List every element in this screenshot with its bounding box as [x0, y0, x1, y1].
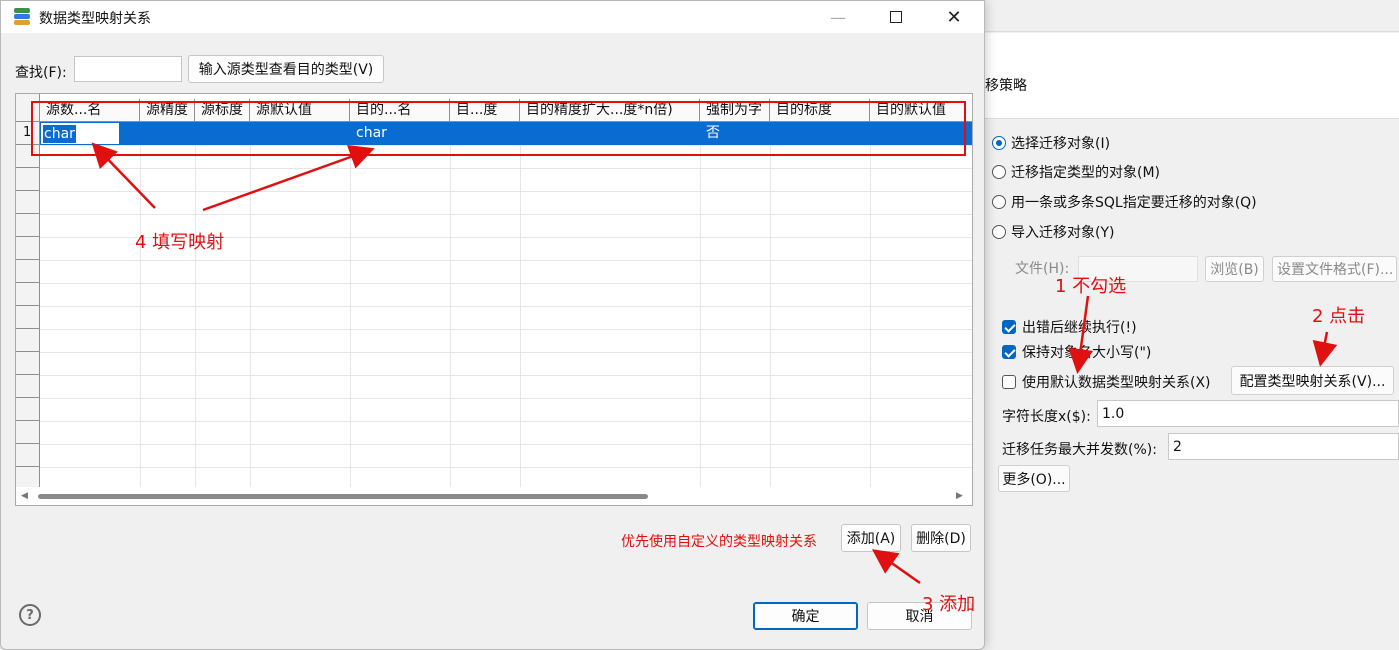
close-icon[interactable]: ✕ [931, 1, 977, 33]
delete-button[interactable]: 删除(D) [911, 524, 971, 552]
config-type-mapping-button[interactable]: 配置类型映射关系(V)... [1231, 366, 1394, 395]
minimize-icon[interactable]: — [815, 1, 861, 33]
row-header-cell[interactable] [16, 421, 39, 444]
checkbox-default-type-mapping[interactable]: 使用默认数据类型映射关系(X) [1002, 372, 1211, 392]
annotation-step1: 1 不勾选 [1055, 276, 1127, 297]
file-format-button[interactable]: 设置文件格式(F)... [1272, 256, 1397, 282]
type-mapping-dialog: 数据类型映射关系 — ✕ 查找(F): 输入源类型查看目的类型(V) 1 源数.… [0, 0, 985, 650]
question-icon[interactable]: ? [19, 604, 41, 626]
row-header-cell[interactable] [16, 168, 39, 191]
grid-row-line [40, 329, 972, 330]
radio-label: 导入迁移对象(Y) [1011, 225, 1115, 241]
grid-row-line [40, 260, 972, 261]
radio-select-objects[interactable]: 选择迁移对象(I) [992, 133, 1110, 153]
browse-button[interactable]: 浏览(B) [1205, 256, 1264, 282]
char-length-label: 字符长度x($): [1002, 409, 1091, 425]
grid-row-line [40, 191, 972, 192]
checkbox-box [1002, 375, 1016, 389]
row-header-cell[interactable] [16, 214, 39, 237]
checkbox-label: 出错后继续执行(!) [1022, 320, 1137, 336]
checkbox-label: 保持对象名大小写(") [1022, 345, 1152, 361]
row-header-cell[interactable] [16, 398, 39, 421]
checkbox-keep-case[interactable]: 保持对象名大小写(") [1002, 342, 1151, 362]
grid-column-line [195, 122, 196, 487]
dialog-title: 数据类型映射关系 [39, 11, 151, 27]
grid-column-line [520, 122, 521, 487]
grid-row-line [40, 467, 972, 468]
row-header-cell[interactable] [16, 191, 39, 214]
row-header-cell[interactable] [16, 444, 39, 467]
row-header-cell[interactable] [16, 306, 39, 329]
radio-import-objects[interactable]: 导入迁移对象(Y) [992, 222, 1114, 242]
add-button[interactable]: 添加(A) [841, 524, 901, 552]
char-length-input[interactable]: 1.0 [1097, 400, 1399, 427]
more-button[interactable]: 更多(O)... [998, 465, 1070, 492]
grid-row-line [40, 306, 972, 307]
find-input[interactable] [74, 56, 182, 82]
checkbox-box [1002, 345, 1016, 359]
grid-row-line [40, 352, 972, 353]
row-header-cell[interactable] [16, 375, 39, 398]
ok-button[interactable]: 确定 [753, 602, 858, 630]
horizontal-scrollbar[interactable]: ◀ ▶ [16, 487, 972, 505]
radio-migrate-by-type[interactable]: 迁移指定类型的对象(M) [992, 162, 1160, 182]
max-concurrency-input[interactable]: 2 [1168, 433, 1399, 460]
grid-row-line [40, 421, 972, 422]
row-header-cell[interactable] [16, 260, 39, 283]
radio-dot [992, 195, 1006, 209]
radio-label: 选择迁移对象(I) [1011, 136, 1111, 152]
grid-row-line [40, 214, 972, 215]
grid-row-line [40, 168, 972, 169]
radio-dot [992, 165, 1006, 179]
max-concurrency-label: 迁移任务最大并发数(%): [1002, 442, 1157, 458]
database-icon [14, 8, 30, 26]
checkbox-box [1002, 320, 1016, 334]
grid-row-line [40, 283, 972, 284]
background-header-panel [985, 33, 1399, 119]
grid-column-line [350, 122, 351, 487]
grid-column-line [870, 122, 871, 487]
checkbox-label: 使用默认数据类型映射关系(X) [1022, 375, 1211, 391]
maximize-icon[interactable] [873, 1, 919, 33]
annotation-step4: 4 填写映射 [135, 232, 225, 253]
radio-sql-objects[interactable]: 用一条或多条SQL指定要迁移的对象(Q) [992, 192, 1257, 212]
grid-row-line [40, 398, 972, 399]
scrollbar-thumb[interactable] [38, 494, 648, 499]
row-header-cell[interactable] [16, 237, 39, 260]
row-header-cell[interactable] [16, 283, 39, 306]
grid-column-line [250, 122, 251, 487]
checkbox-continue-on-error[interactable]: 出错后继续执行(!) [1002, 317, 1137, 337]
find-label: 查找(F): [15, 65, 67, 81]
radio-label: 迁移指定类型的对象(M) [1011, 165, 1161, 181]
mapping-row-highlight [31, 101, 966, 156]
grid-row-line [40, 444, 972, 445]
annotation-step3: 3 添加 [922, 594, 976, 615]
grid-column-line [450, 122, 451, 487]
grid-column-line [770, 122, 771, 487]
grid-row-line [40, 375, 972, 376]
grid-column-line [140, 122, 141, 487]
scroll-left-icon[interactable]: ◀ [21, 491, 28, 501]
lookup-target-type-button[interactable]: 输入源类型查看目的类型(V) [188, 55, 384, 83]
radio-dot [992, 136, 1006, 150]
radio-label: 用一条或多条SQL指定要迁移的对象(Q) [1011, 195, 1257, 211]
radio-dot [992, 225, 1006, 239]
title-bar: 数据类型映射关系 — ✕ [1, 1, 984, 33]
migration-strategy-heading: 移策略 [985, 78, 1027, 94]
row-header-cell[interactable] [16, 329, 39, 352]
scroll-right-icon[interactable]: ▶ [956, 491, 963, 501]
background-toolbar [985, 0, 1399, 32]
row-header-cell[interactable] [16, 352, 39, 375]
grid-column-line [700, 122, 701, 487]
annotation-step2: 2 点击 [1312, 306, 1366, 327]
custom-mapping-hint: 优先使用自定义的类型映射关系 [621, 534, 817, 550]
